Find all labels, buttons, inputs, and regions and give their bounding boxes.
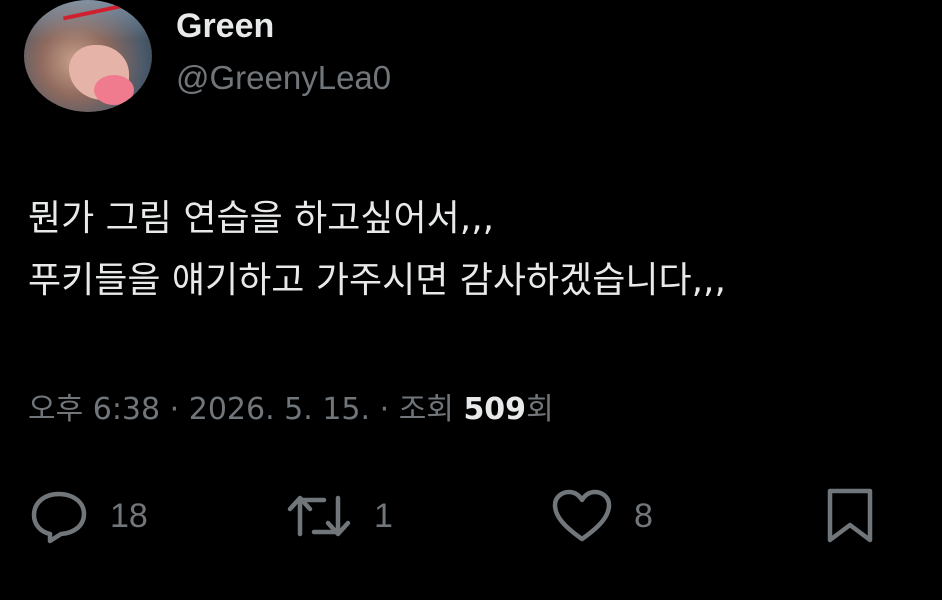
retweet-count: 1: [374, 496, 393, 535]
author-display-name[interactable]: Green: [176, 6, 274, 46]
heart-icon: [552, 489, 612, 542]
bookmark-icon: [827, 488, 873, 543]
tweet-date[interactable]: 2026. 5. 15.: [189, 392, 370, 427]
tweet-time[interactable]: 오후 6:38: [28, 392, 160, 427]
tweet-text: 뭔가 그림 연습을 하고싶어서,,, 푸키들을 얘기하고 가주시면 감사하겠습니…: [28, 188, 918, 312]
retweet-icon: [287, 495, 351, 537]
reply-count: 18: [110, 496, 148, 535]
avatar-heart: [94, 75, 134, 105]
like-count: 8: [634, 496, 653, 535]
views-count: 509: [463, 392, 527, 427]
action-bar: 18 1 8: [0, 486, 942, 546]
meta-separator: ·: [169, 392, 180, 427]
views-suffix: 회: [526, 392, 554, 427]
reply-icon: [31, 491, 87, 544]
tweet-meta: 오후 6:38 · 2026. 5. 15. · 조회 509회: [28, 388, 554, 432]
like-button[interactable]: 8: [552, 486, 653, 546]
avatar[interactable]: [24, 0, 152, 112]
reply-button[interactable]: 18: [30, 486, 148, 546]
meta-separator: ·: [379, 392, 390, 427]
bookmark-button[interactable]: [824, 486, 876, 546]
retweet-button[interactable]: 1: [286, 486, 393, 546]
author-handle[interactable]: @GreenyLea0: [176, 58, 391, 98]
tweet-line: 푸키들을 얘기하고 가주시면 감사하겠습니다,,,: [28, 260, 726, 301]
tweet-line: 뭔가 그림 연습을 하고싶어서,,,: [28, 198, 495, 239]
views-label: 조회: [398, 392, 454, 427]
